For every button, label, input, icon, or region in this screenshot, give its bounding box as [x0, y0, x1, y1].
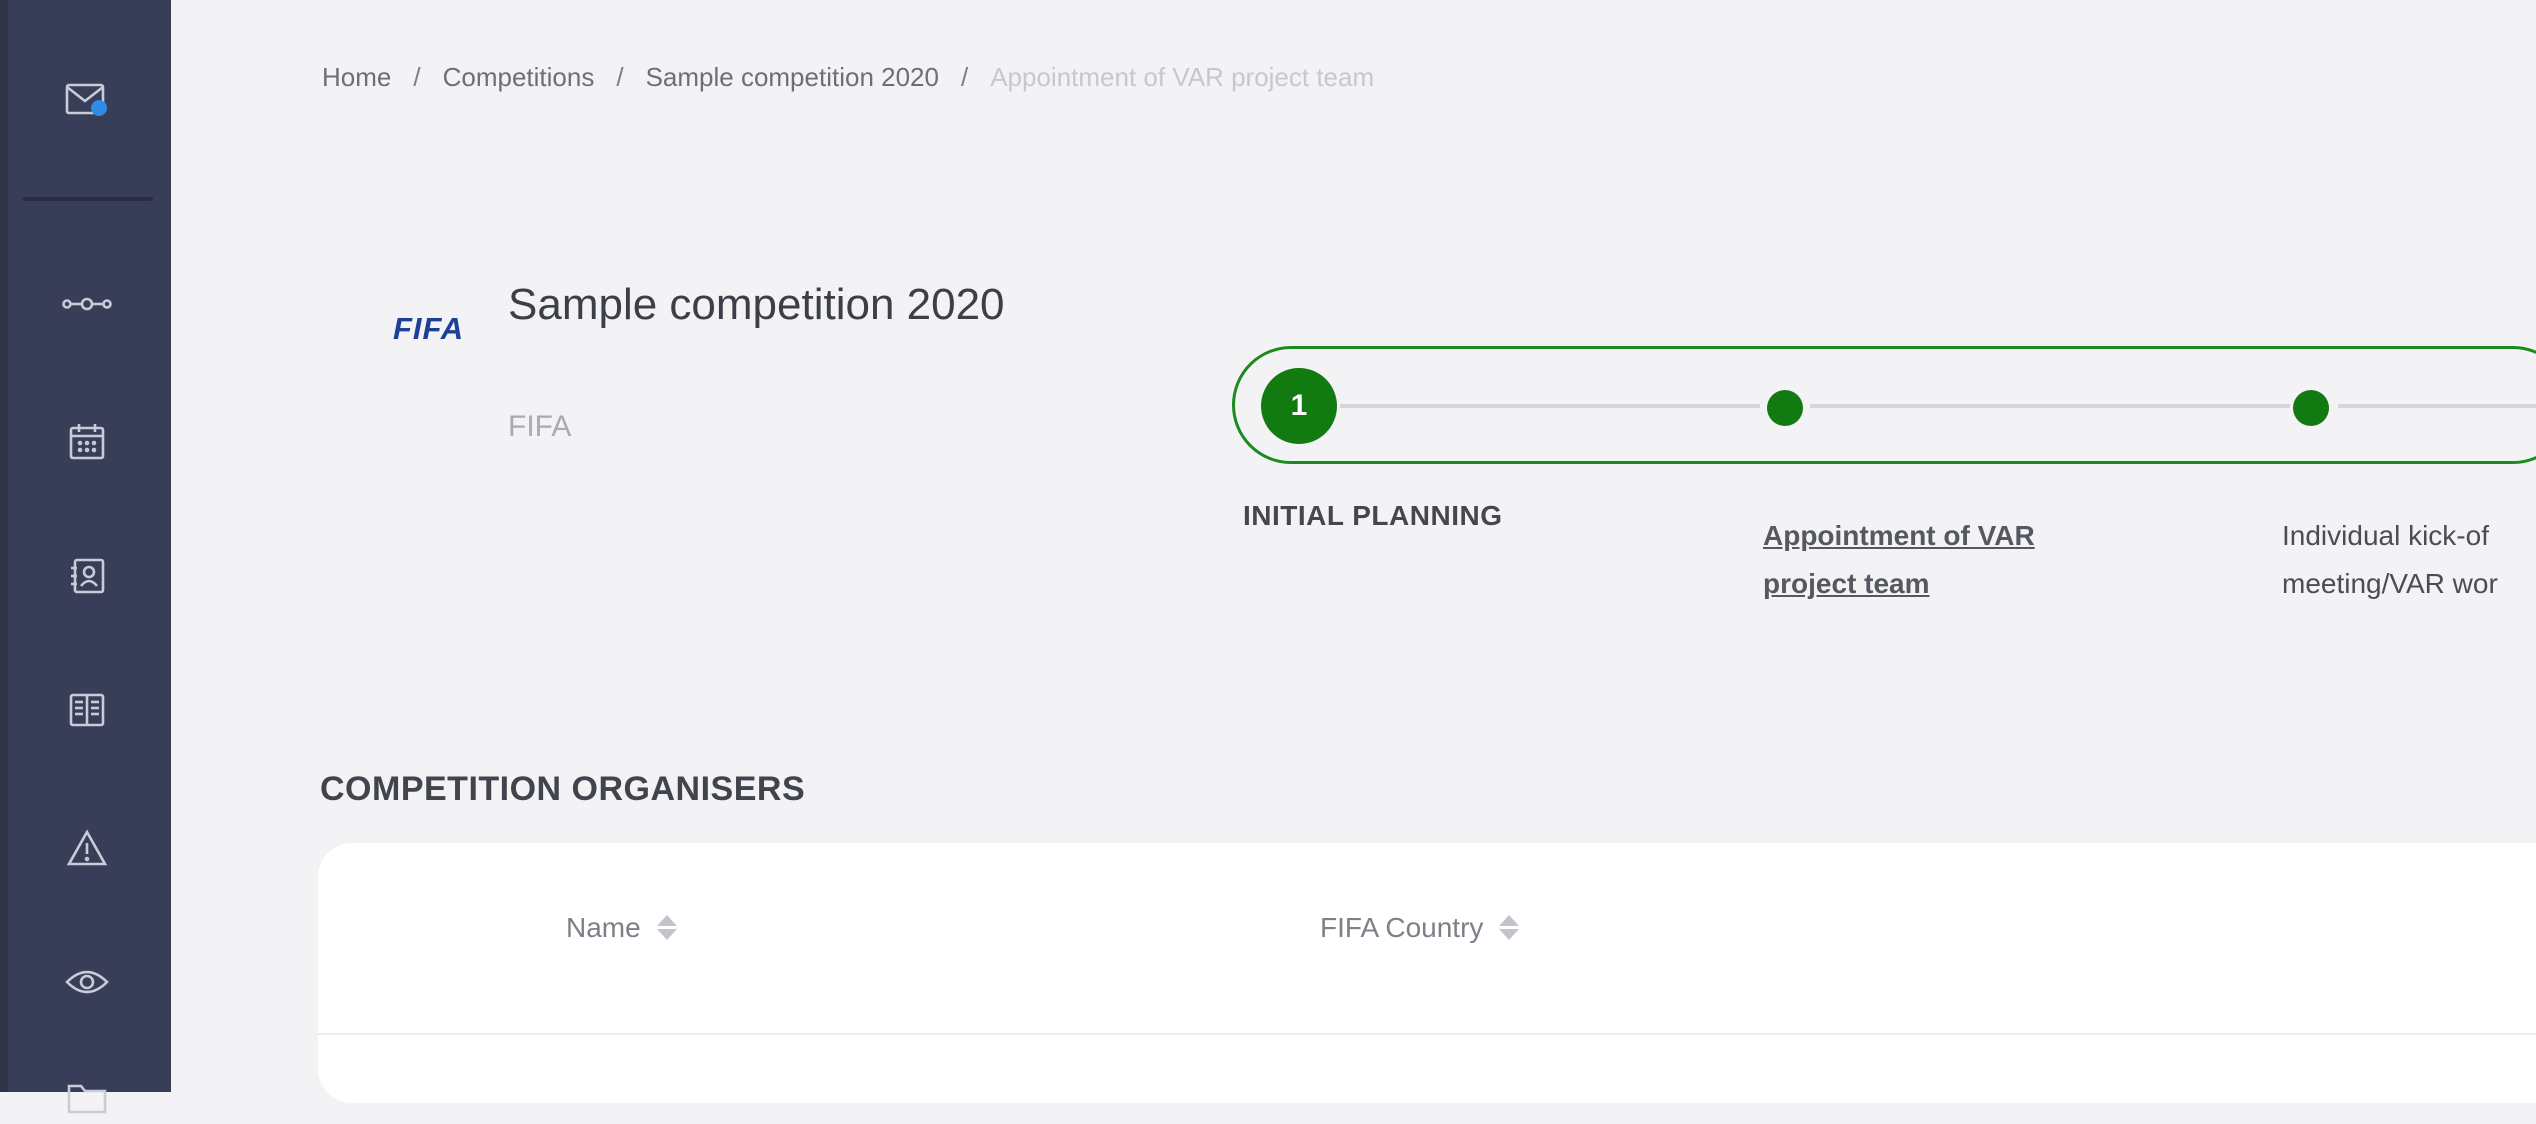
- step-2-dot[interactable]: [1767, 390, 1803, 426]
- sidebar: [0, 0, 171, 1114]
- workflow-icon[interactable]: [59, 276, 115, 332]
- sidebar-edge: [0, 0, 8, 1092]
- step-2-label[interactable]: Appointment of VAR project team: [1763, 512, 2035, 608]
- folder-icon[interactable]: [59, 1068, 115, 1124]
- notification-dot: [91, 100, 107, 116]
- step-3-dot[interactable]: [2293, 390, 2329, 426]
- book-icon[interactable]: [59, 682, 115, 738]
- breadcrumb-current: Appointment of VAR project team: [990, 62, 1375, 92]
- sort-icon[interactable]: [655, 913, 679, 943]
- page-subtitle: FIFA: [508, 410, 572, 443]
- step-3-label: Individual kick-of meeting/VAR wor: [2282, 512, 2536, 608]
- warning-icon[interactable]: [59, 820, 115, 876]
- step-2-label-line1: Appointment of VAR: [1763, 520, 2035, 551]
- column-header-country[interactable]: FIFA Country: [1320, 912, 1521, 944]
- contacts-icon[interactable]: [59, 548, 115, 604]
- step-connector: [2338, 404, 2536, 408]
- step-1-indicator[interactable]: 1: [1261, 368, 1337, 444]
- sort-icon[interactable]: [1497, 913, 1521, 943]
- eye-icon[interactable]: [59, 954, 115, 1010]
- step-connector: [1340, 404, 1760, 408]
- section-title: COMPETITION ORGANISERS: [320, 770, 806, 808]
- mail-icon[interactable]: [59, 72, 115, 128]
- fifa-logo: FIFA: [393, 311, 465, 346]
- calendar-icon[interactable]: [59, 414, 115, 470]
- organisers-table: [318, 843, 2536, 1103]
- breadcrumb-separator: /: [413, 62, 421, 92]
- table-header-divider: [318, 1033, 2536, 1035]
- column-header-country-label: FIFA Country: [1320, 912, 1484, 943]
- step-connector: [1810, 404, 2290, 408]
- step-3-label-line1: Individual kick-of: [2282, 520, 2489, 551]
- breadcrumb-home[interactable]: Home: [322, 62, 391, 92]
- column-header-name-label: Name: [566, 912, 641, 943]
- breadcrumb-competitions[interactable]: Competitions: [443, 62, 595, 92]
- breadcrumb: Home / Competitions / Sample competition 202…: [322, 62, 1374, 93]
- breadcrumb-competition[interactable]: Sample competition 2020: [646, 62, 939, 92]
- breadcrumb-separator: /: [960, 62, 969, 92]
- step-1-label: INITIAL PLANNING: [1243, 492, 1502, 540]
- page-title: Sample competition 2020: [508, 280, 1005, 329]
- step-1-label-text: INITIAL PLANNING: [1243, 500, 1503, 531]
- step-2-label-line2: project team: [1763, 568, 1930, 599]
- step-3-label-line2: meeting/VAR wor: [2282, 568, 2498, 599]
- breadcrumb-separator: /: [616, 62, 624, 92]
- sidebar-divider: [22, 197, 153, 201]
- column-header-name[interactable]: Name: [566, 912, 679, 944]
